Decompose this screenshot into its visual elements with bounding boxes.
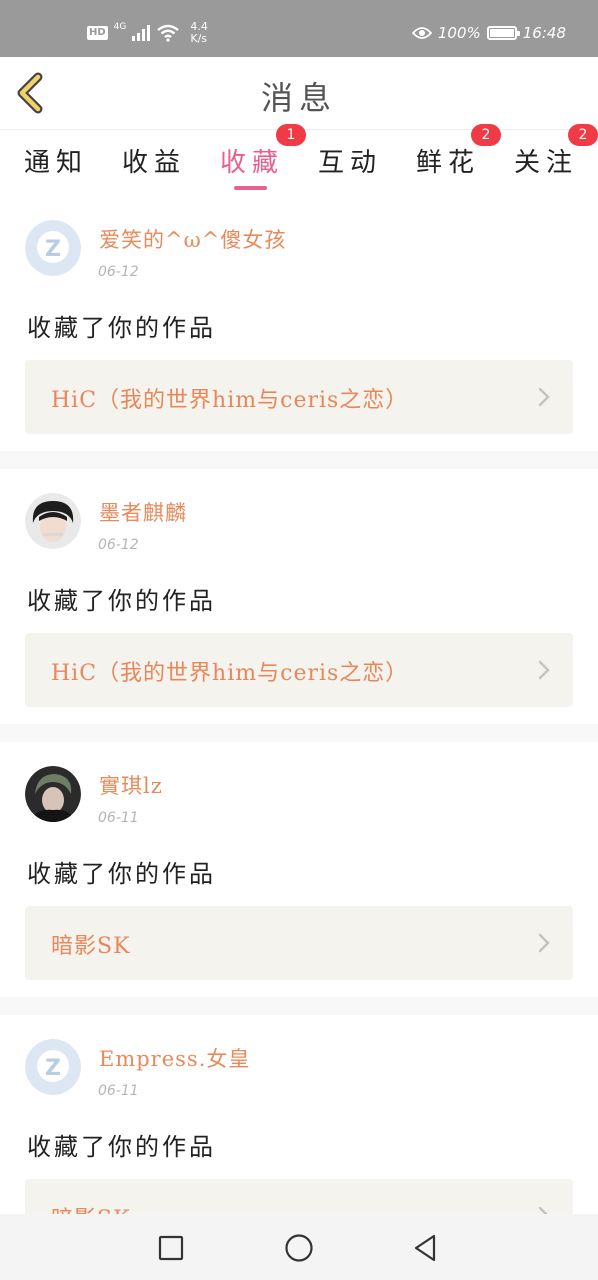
speed-unit: K/s [190,32,208,45]
avatar[interactable] [25,766,81,822]
avatar[interactable]: Z [25,1039,81,1095]
chevron-right-icon [538,660,550,680]
work-link[interactable]: HiC（我的世界him与ceris之恋） [25,360,573,434]
tab-notifications[interactable]: 通知 [24,142,88,179]
avatar[interactable]: Z [25,220,81,276]
network-type: 4G [113,22,127,32]
tab-favorites[interactable]: 收藏 [220,142,284,179]
battery-icon [486,26,520,40]
status-right: 100% 16:48 [411,24,566,42]
active-tab-indicator [234,186,267,190]
clock: 16:48 [522,24,566,42]
page-title: 消息 [260,79,337,117]
message-date: 06-11 [98,810,139,826]
network-speed: 4.4 K/s [190,21,208,45]
tab-bar: 通知 收益 收藏 1 互动 鲜花 2 关注 2 [0,124,598,192]
recent-apps-button[interactable] [155,1232,187,1264]
circle-icon [285,1234,313,1262]
tab-interactions[interactable]: 互动 [318,142,382,179]
system-nav-bar [0,1214,598,1280]
work-title: HiC（我的世界him与ceris之恋） [51,388,409,413]
work-link[interactable]: HiC（我的世界him与ceris之恋） [25,633,573,707]
default-avatar-icon: Z [25,220,81,276]
work-title: 暗影SK [51,1201,131,1214]
home-button[interactable] [283,1232,315,1264]
username[interactable]: Empress.女皇 [99,1043,250,1073]
message-date: 06-12 [98,264,139,280]
message-card: Z Empress.女皇 06-11 收藏了你的作品 暗影SK [0,1015,598,1214]
tab-flowers[interactable]: 鲜花 [416,142,480,179]
tab-follows[interactable]: 关注 [514,142,578,179]
battery-percent: 100% [437,24,481,42]
status-bar: HD 4G 4.4 K/s 100% 16:48 [0,0,598,57]
work-link[interactable]: 暗影SK [25,1179,573,1214]
message-action: 收藏了你的作品 [27,860,216,888]
signal-icon [132,25,151,41]
message-action: 收藏了你的作品 [27,587,216,615]
message-card: 實琪lz 06-11 收藏了你的作品 暗影SK [0,742,598,997]
svg-text:Z: Z [45,1056,61,1081]
triangle-back-icon [414,1234,436,1262]
tab-follows-badge: 2 [568,124,598,146]
message-card: 墨者麒麟 06-12 收藏了你的作品 HiC（我的世界him与ceris之恋） [0,469,598,724]
username[interactable]: 實琪lz [99,770,163,800]
message-action: 收藏了你的作品 [27,1133,216,1161]
square-icon [158,1235,184,1261]
chevron-right-icon [538,933,550,953]
work-link[interactable]: 暗影SK [25,906,573,980]
user-photo-icon [25,493,81,549]
chevron-right-icon [538,387,550,407]
tab-earnings[interactable]: 收益 [122,142,186,179]
eye-icon [411,27,432,39]
header-bar: 消息 [0,57,598,130]
message-action: 收藏了你的作品 [27,314,216,342]
work-title: HiC（我的世界him与ceris之恋） [51,661,409,686]
battery-fill [489,29,514,37]
wifi-icon [157,24,180,42]
message-list[interactable]: Z 爱笑的^ω^傻女孩 06-12 收藏了你的作品 HiC（我的世界him与ce… [0,196,598,1214]
default-avatar-icon: Z [25,1039,81,1095]
message-card: Z 爱笑的^ω^傻女孩 06-12 收藏了你的作品 HiC（我的世界him与ce… [0,196,598,451]
avatar[interactable] [25,493,81,549]
username[interactable]: 墨者麒麟 [99,497,187,527]
message-date: 06-12 [98,537,139,553]
svg-text:Z: Z [45,237,61,262]
username[interactable]: 爱笑的^ω^傻女孩 [99,224,286,254]
work-title: 暗影SK [51,934,131,959]
message-date: 06-11 [98,1083,139,1099]
status-left: HD 4G 4.4 K/s [87,18,208,48]
user-photo-icon [25,766,81,822]
tab-favorites-badge: 1 [276,124,306,146]
tab-flowers-badge: 2 [471,124,501,146]
back-nav-button[interactable] [410,1232,442,1264]
chevron-right-icon [538,1206,548,1214]
hd-badge: HD [87,26,108,40]
